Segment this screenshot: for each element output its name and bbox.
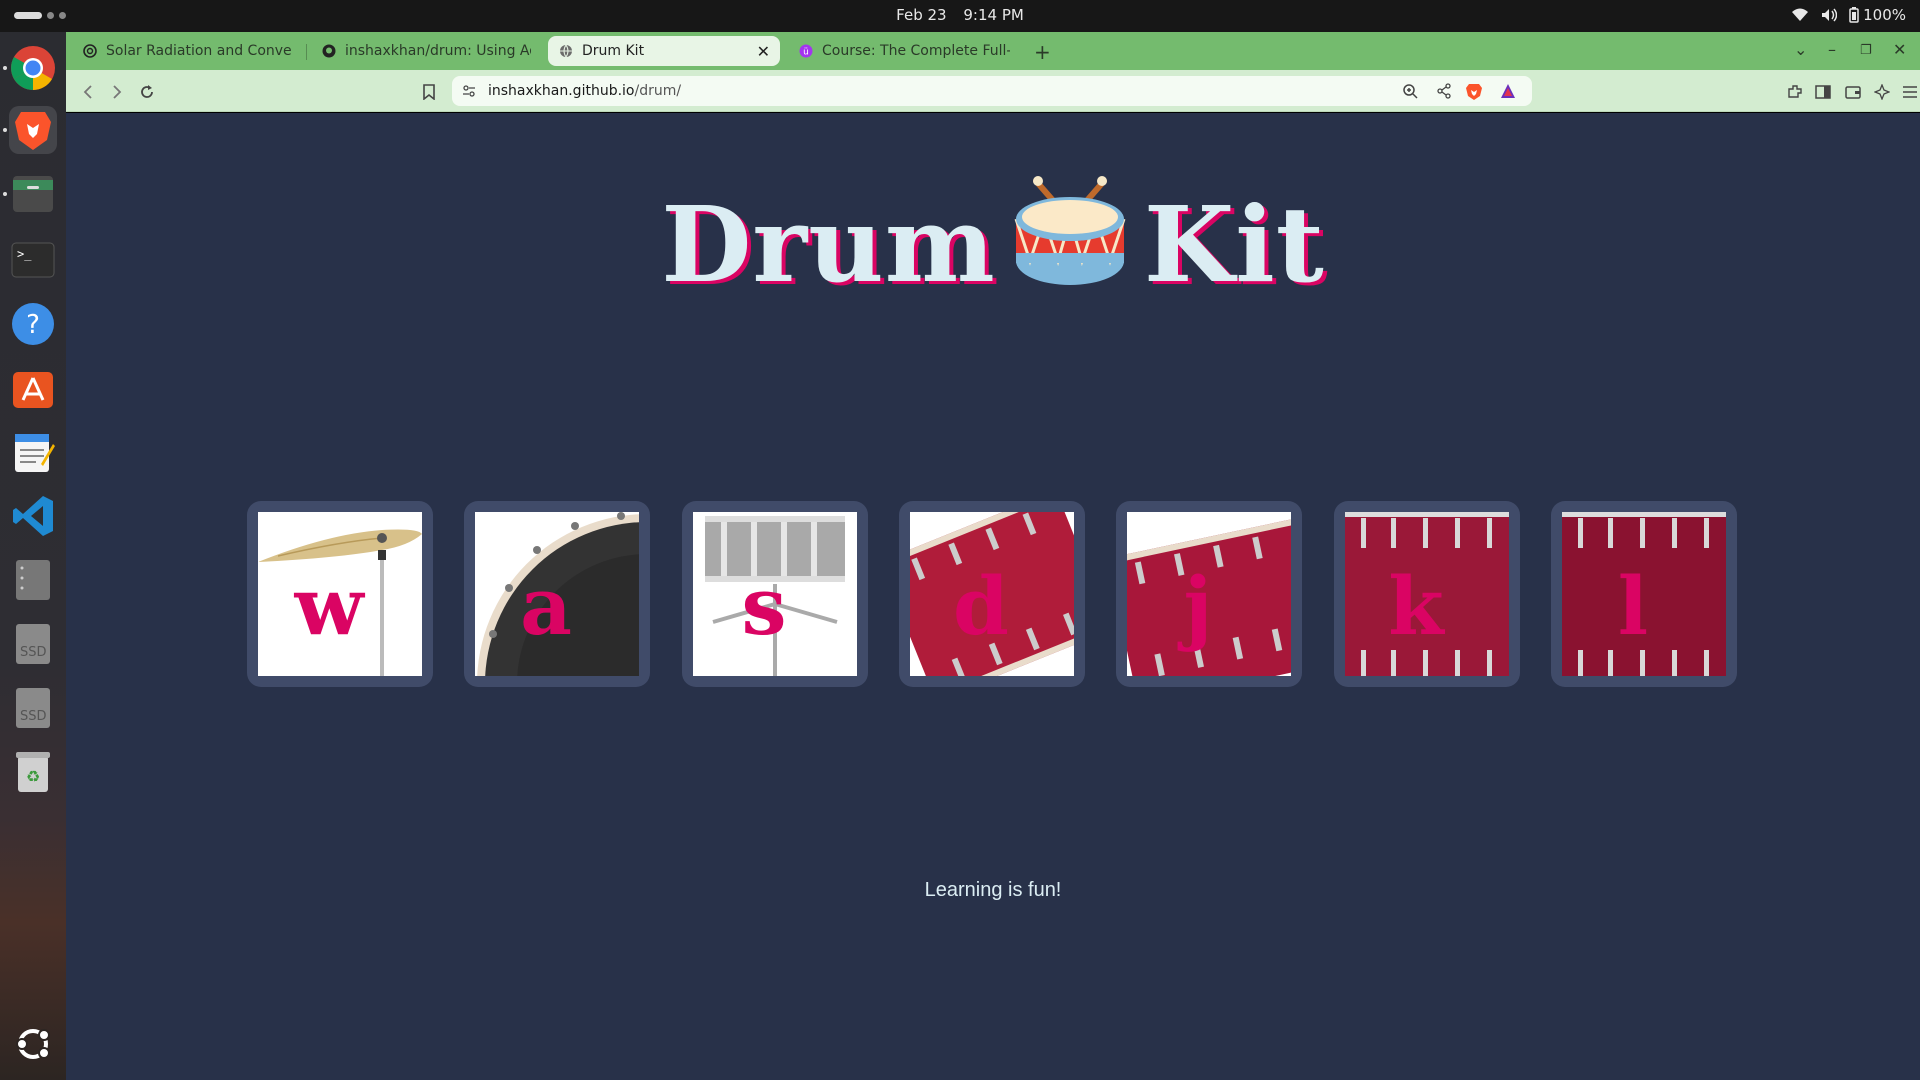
drum-key-label: w	[294, 559, 364, 653]
drum-key-label: d	[953, 559, 1009, 653]
ubuntu-apps-icon[interactable]	[9, 1020, 57, 1068]
minimize-icon[interactable]: –	[1828, 40, 1836, 59]
text-editor-icon[interactable]	[9, 428, 57, 476]
leo-ai-icon[interactable]	[1872, 82, 1892, 102]
zoom-icon[interactable]	[1402, 83, 1418, 103]
drum-button-k[interactable]: k	[1334, 501, 1520, 687]
wifi-icon	[1792, 8, 1809, 21]
dock: >_ ? SSD SSD ♻	[0, 32, 66, 1080]
url-path: /drum/	[634, 83, 682, 99]
time-label: 9:14 PM	[963, 6, 1024, 24]
drum-key-label: a	[520, 559, 572, 653]
back-icon[interactable]	[78, 82, 98, 102]
tab-course-udemy[interactable]: ü Course: The Complete Full-S	[788, 36, 1020, 66]
extensions-icon[interactable]	[1785, 82, 1805, 102]
footer-text: Learning is fun!	[924, 879, 1062, 901]
drum-button-a[interactable]: a	[464, 501, 650, 687]
drum-kit-page: Drum Kit w a s d j k l Learning is fun!	[66, 113, 1920, 1080]
tab-label: inshaxkhan/drum: Using Adv	[345, 43, 531, 59]
svg-text:SSD: SSD	[20, 709, 47, 724]
url-host: inshaxkhan.github.io	[488, 83, 635, 99]
drum-emoji-icon	[1012, 173, 1128, 314]
help-icon[interactable]: ?	[9, 300, 57, 348]
title-kit-word: Kit	[1143, 183, 1325, 306]
svg-text:>_: >_	[17, 247, 32, 261]
disk-icon[interactable]	[9, 556, 57, 604]
brave-rewards-icon[interactable]	[1500, 83, 1516, 103]
drum-key-label: k	[1388, 559, 1444, 653]
brave-shields-icon[interactable]	[1466, 83, 1482, 105]
bookmark-icon[interactable]	[419, 82, 439, 102]
browser-toolbar: inshaxkhan.github.io/drum/	[66, 70, 1920, 112]
tab-label: Solar Radiation and Convers	[106, 43, 292, 59]
battery-icon	[1849, 7, 1859, 23]
brave-icon[interactable]	[9, 106, 57, 154]
openai-icon	[82, 43, 98, 59]
terminal-icon[interactable]: >_	[9, 236, 57, 284]
browser-tab-strip: Solar Radiation and Convers inshaxkhan/d…	[66, 32, 1920, 70]
date-label: Feb 23	[896, 6, 947, 24]
udemy-icon: ü	[798, 43, 814, 59]
url-text: inshaxkhan.github.io/drum/	[488, 83, 681, 99]
tab-label: Course: The Complete Full-S	[822, 43, 1010, 59]
close-icon[interactable]: ✕	[757, 42, 770, 61]
system-tray[interactable]: 100%	[1791, 6, 1906, 24]
vscode-icon[interactable]	[9, 492, 57, 540]
restore-icon[interactable]: ❐	[1860, 43, 1872, 58]
system-top-bar: Feb 23 9:14 PM 100%	[0, 0, 1920, 32]
trash-icon[interactable]: ♻	[9, 748, 57, 796]
sidebar-icon[interactable]	[1813, 82, 1833, 102]
drum-key-label: l	[1617, 559, 1649, 653]
wallet-icon[interactable]	[1843, 82, 1863, 102]
github-icon	[321, 43, 337, 59]
page-title: Drum Kit	[66, 176, 1920, 324]
drum-button-l[interactable]: l	[1551, 501, 1737, 687]
svg-text:♻: ♻	[26, 767, 40, 786]
globe-icon	[558, 43, 574, 59]
new-tab-button[interactable]: +	[1034, 40, 1051, 64]
reload-icon[interactable]	[137, 82, 157, 102]
title-drum-word: Drum	[661, 183, 996, 306]
menu-icon[interactable]	[1900, 82, 1920, 102]
tab-github-drum[interactable]: inshaxkhan/drum: Using Adv	[311, 36, 541, 66]
tab-list-chevron-icon[interactable]: ⌄	[1794, 40, 1807, 59]
chrome-icon[interactable]	[9, 44, 57, 92]
tab-label: Drum Kit	[582, 43, 645, 59]
svg-text:SSD: SSD	[20, 645, 47, 660]
tab-drum-kit[interactable]: Drum Kit ✕	[548, 36, 780, 66]
drum-key-label: s	[741, 559, 787, 653]
drum-key-label: j	[1183, 559, 1213, 653]
drum-button-s[interactable]: s	[682, 501, 868, 687]
forward-icon[interactable]	[107, 82, 127, 102]
ssd-drive-icon[interactable]: SSD	[9, 684, 57, 732]
ssd-drive-icon[interactable]: SSD	[9, 620, 57, 668]
drum-button-j[interactable]: j	[1116, 501, 1302, 687]
drum-button-d[interactable]: d	[899, 501, 1085, 687]
address-bar[interactable]: inshaxkhan.github.io/drum/	[452, 76, 1532, 106]
app-center-icon[interactable]	[9, 364, 57, 412]
tab-solar-radiation[interactable]: Solar Radiation and Convers	[72, 36, 302, 66]
battery-percent: 100%	[1863, 6, 1906, 24]
svg-text:?: ?	[26, 310, 40, 340]
files-icon[interactable]	[9, 170, 57, 218]
svg-text:ü: ü	[803, 48, 809, 58]
drum-button-w[interactable]: w	[247, 501, 433, 687]
site-settings-icon[interactable]	[462, 83, 476, 102]
volume-icon	[1822, 8, 1838, 22]
window-close-icon[interactable]: ✕	[1893, 40, 1906, 59]
clock[interactable]: Feb 23 9:14 PM	[0, 6, 1920, 24]
share-icon[interactable]	[1436, 83, 1452, 103]
